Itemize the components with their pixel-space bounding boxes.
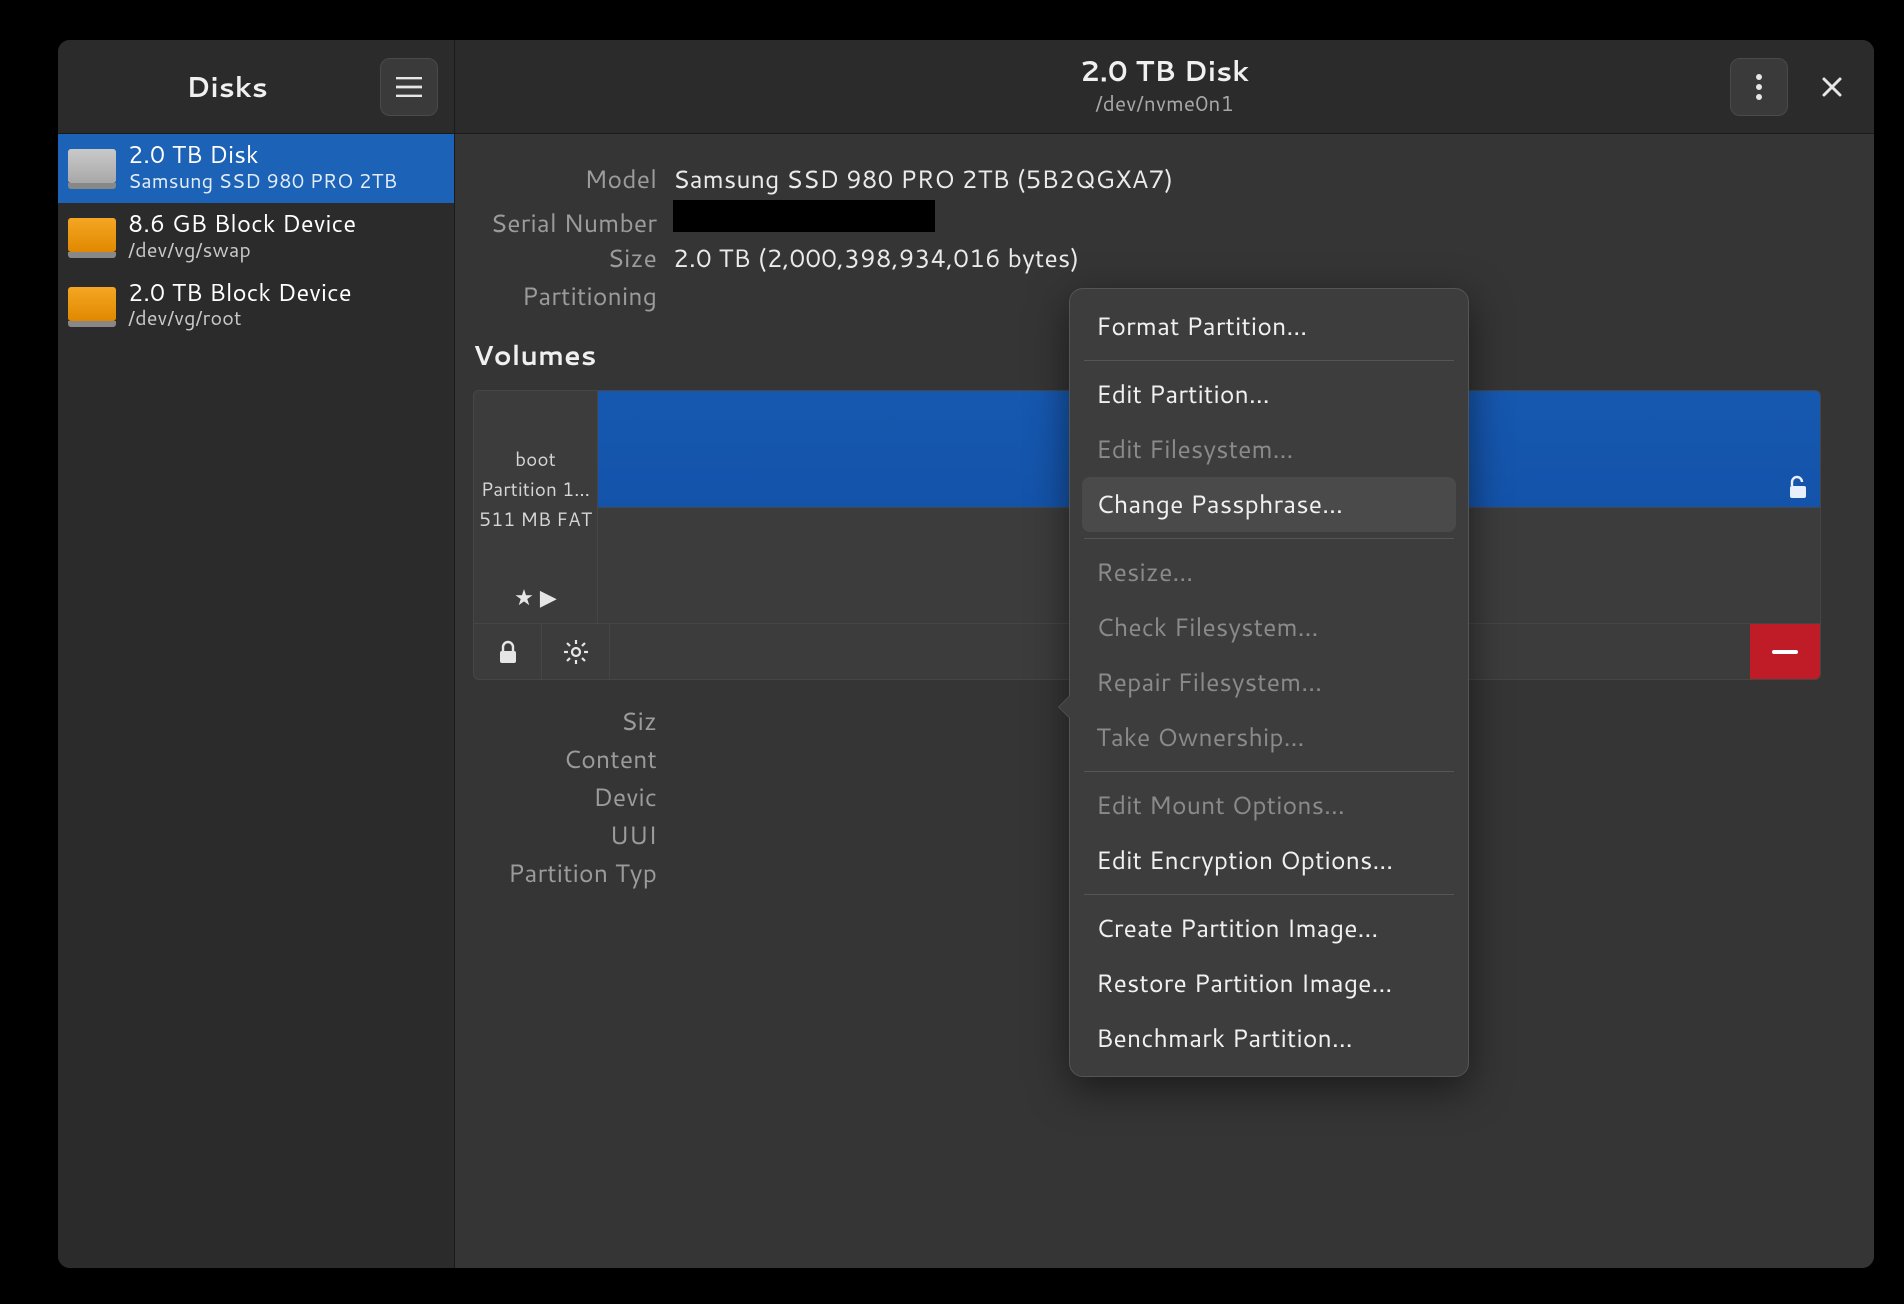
gear-icon [563,639,589,665]
app-menu-button[interactable] [380,58,438,116]
drive-options-button[interactable] [1730,58,1788,116]
menu-separator [1084,538,1454,539]
menu-edit-encryption-options[interactable]: Edit Encryption Options… [1082,833,1456,888]
menu-take-ownership: Take Ownership… [1082,710,1456,765]
partitioning-label: Partitioning [473,279,673,314]
delete-partition-button[interactable] [1750,624,1820,679]
menu-edit-mount-options: Edit Mount Options… [1082,778,1456,833]
menu-pointer [1059,695,1071,719]
size-label: Size [473,241,673,276]
menu-format-partition[interactable]: Format Partition… [1082,299,1456,354]
boot-title: boot [479,446,592,473]
boot-fs-line: 511 MB FAT [479,506,592,533]
volume-settings-button[interactable] [542,624,610,679]
kebab-icon [1755,73,1763,101]
menu-separator [1084,894,1454,895]
disk-sub: /dev/vg/root [128,306,352,330]
main-header: 2.0 TB Disk /dev/nvme0n1 [455,40,1874,134]
disk-item-swap[interactable]: 8.6 GB Block Device /dev/vg/swap [58,203,454,272]
app-window: Disks 2.0 TB Disk Samsung SSD 980 PRO 2T… [58,40,1874,1268]
serial-label: Serial Number [473,206,673,241]
lock-button[interactable] [474,624,542,679]
menu-edit-partition[interactable]: Edit Partition… [1082,367,1456,422]
minus-icon [1772,649,1798,655]
lock-icon [498,640,518,664]
disk-name: 2.0 TB Disk [128,140,397,169]
model-value: Samsung SSD 980 PRO 2TB (5B2QGXA7) [673,162,1173,197]
disk-list: 2.0 TB Disk Samsung SSD 980 PRO 2TB 8.6 … [58,134,454,340]
sel-device-label: Devic [473,780,673,815]
sel-contents-label: Content [473,742,673,777]
close-icon [1821,76,1843,98]
block-device-icon [68,218,116,252]
sel-size-label: Siz [473,704,673,739]
partition-boot[interactable]: boot Partition 1… 511 MB FAT ★ ▶ [474,391,598,623]
menu-check-filesystem: Check Filesystem… [1082,600,1456,655]
menu-separator [1084,360,1454,361]
sel-uuid-label: UUI [473,818,673,853]
sidebar-header: Disks [58,40,454,134]
unlock-icon [1788,475,1808,499]
menu-edit-filesystem: Edit Filesystem… [1082,422,1456,477]
menu-benchmark-partition[interactable]: Benchmark Partition… [1082,1011,1456,1066]
disk-sub: Samsung SSD 980 PRO 2TB [128,169,397,193]
disk-item-root[interactable]: 2.0 TB Block Device /dev/vg/root [58,272,454,341]
sidebar-title: Disks [74,67,380,107]
hamburger-icon [396,77,422,97]
sidebar: Disks 2.0 TB Disk Samsung SSD 980 PRO 2T… [58,40,455,1268]
size-value: 2.0 TB (2,000,398,934,016 bytes) [673,241,1079,276]
menu-resize: Resize… [1082,545,1456,600]
boot-flags: ★ ▶ [514,582,557,615]
disk-item-nvme[interactable]: 2.0 TB Disk Samsung SSD 980 PRO 2TB [58,134,454,203]
menu-repair-filesystem: Repair Filesystem… [1082,655,1456,710]
serial-masked [673,200,935,232]
close-button[interactable] [1808,63,1856,111]
menu-separator [1084,771,1454,772]
boot-partition-line: Partition 1… [479,476,592,503]
page-subtitle: /dev/nvme0n1 [455,88,1874,118]
disk-sub: /dev/vg/swap [128,238,356,262]
menu-restore-partition-image[interactable]: Restore Partition Image… [1082,956,1456,1011]
block-device-icon [68,287,116,321]
menu-change-passphrase[interactable]: Change Passphrase… [1082,477,1456,532]
sel-ptype-label: Partition Typ [473,856,673,891]
volume-context-menu: Format Partition… Edit Partition… Edit F… [1069,288,1469,1077]
page-title: 2.0 TB Disk [455,55,1874,87]
serial-value [673,200,935,241]
hdd-icon [68,149,116,183]
menu-create-partition-image[interactable]: Create Partition Image… [1082,901,1456,956]
model-label: Model [473,162,673,197]
main-content: 2.0 TB Disk /dev/nvme0n1 Model [455,40,1874,1268]
disk-name: 2.0 TB Block Device [128,278,352,307]
disk-name: 8.6 GB Block Device [128,209,356,238]
